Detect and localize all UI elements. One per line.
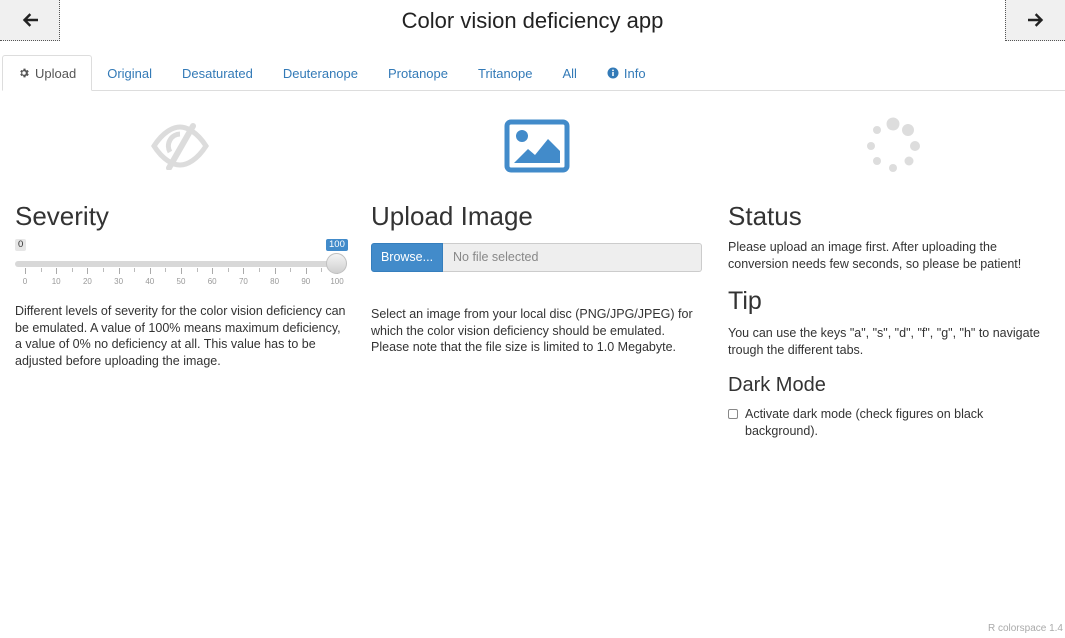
slider-tick [71, 268, 73, 272]
severity-slider[interactable]: 0 100 0 10 20 30 40 50 60 70 80 90 100 [15, 238, 348, 288]
eye-slash-icon [151, 123, 209, 170]
tab-label: Desaturated [182, 65, 253, 81]
slider-tick [103, 268, 104, 272]
tab-tritanope[interactable]: Tritanope [463, 55, 547, 91]
slider-tick-label: 20 [82, 277, 92, 286]
slider-tick-label: 40 [145, 277, 155, 286]
tip-heading: Tip [728, 287, 762, 315]
tab-deuteranope[interactable]: Deuteranope [268, 55, 373, 91]
slider-tick [181, 268, 182, 274]
slider-tick [259, 268, 260, 272]
slider-tick [290, 268, 292, 272]
severity-heading: Severity [15, 201, 109, 231]
tab-label: Protanope [388, 65, 448, 81]
dark-mode-label[interactable]: Activate dark mode (check figures on bla… [745, 406, 995, 439]
slider-tick-label: 50 [176, 277, 186, 286]
slider-tick [196, 268, 198, 272]
severity-description: Different levels of severity for the col… [15, 304, 346, 368]
slider-tick [134, 268, 136, 272]
next-tab-button[interactable] [1005, 0, 1065, 41]
upload-description: Select an image from your local disc (PN… [371, 307, 693, 354]
dark-mode-heading: Dark Mode [728, 374, 826, 396]
status-icon-wrap [728, 110, 1058, 182]
slider-tick-label: 30 [114, 277, 124, 286]
tab-protanope[interactable]: Protanope [373, 55, 463, 91]
tab-original[interactable]: Original [92, 55, 167, 91]
tab-bar: Upload Original Desaturated Deuteranope … [2, 55, 1065, 91]
status-heading: Status [728, 201, 802, 231]
slider-handle[interactable] [326, 253, 347, 274]
image-icon [504, 119, 570, 173]
dark-mode-option[interactable]: Activate dark mode (check figures on bla… [728, 406, 1028, 439]
slider-tick [118, 268, 120, 274]
slider-min-label: 0 [15, 239, 27, 251]
slider-tick-label: 10 [51, 277, 61, 286]
dark-mode-checkbox[interactable] [728, 409, 738, 419]
footer-version: R colorspace 1.4 [987, 623, 1063, 634]
slider-tick [149, 268, 151, 274]
slider-tick [25, 268, 26, 274]
slider-tick-label: 80 [270, 277, 280, 286]
status-text: Please upload an image first. After uplo… [728, 240, 1022, 271]
tab-desaturated[interactable]: Desaturated [167, 55, 268, 91]
slider-tick [243, 268, 245, 274]
slider-tick [321, 268, 323, 272]
file-input[interactable]: Browse... No file selected [371, 243, 702, 272]
slider-tick-label: 0 [22, 277, 28, 286]
slider-tick [40, 268, 42, 272]
info-circle-icon [607, 67, 619, 79]
app-header: Color vision deficiency app [0, 0, 1065, 42]
tab-upload[interactable]: Upload [2, 55, 93, 91]
tab-label: Info [623, 65, 646, 81]
slider-value-label: 100 [326, 239, 348, 251]
slider-tick [305, 268, 307, 274]
tab-label: All [562, 65, 577, 81]
tab-info[interactable]: Info [592, 55, 661, 91]
tab-label: Tritanope [478, 65, 533, 81]
slider-tick [212, 268, 214, 274]
slider-tick [274, 268, 276, 274]
tab-label: Upload [35, 65, 77, 81]
slider-tick-label: 90 [301, 277, 311, 286]
upload-icon-wrap [371, 110, 703, 182]
severity-icon-wrap [15, 110, 345, 182]
upload-heading: Upload Image [371, 201, 533, 231]
spinner-icon [867, 117, 920, 172]
slider-tick-label: 60 [207, 277, 217, 286]
gear-icon [20, 68, 29, 78]
page-title: Color vision deficiency app [401, 8, 664, 33]
tab-label: Original [107, 65, 152, 81]
slider-track[interactable] [15, 261, 337, 267]
slider-tick [56, 268, 58, 274]
tab-all[interactable]: All [547, 55, 591, 91]
arrow-right-icon [1027, 13, 1043, 27]
tab-label: Deuteranope [282, 65, 358, 81]
tip-text: You can use the keys "a", "s", "d", "f",… [728, 326, 1040, 357]
slider-tick [165, 268, 167, 272]
file-name-display[interactable]: No file selected [443, 243, 702, 272]
slider-tick-label: 100 [330, 277, 344, 286]
slider-tick-label: 70 [238, 277, 248, 286]
slider-tick [227, 268, 229, 272]
browse-button[interactable]: Browse... [371, 243, 443, 272]
slider-tick [87, 268, 89, 274]
